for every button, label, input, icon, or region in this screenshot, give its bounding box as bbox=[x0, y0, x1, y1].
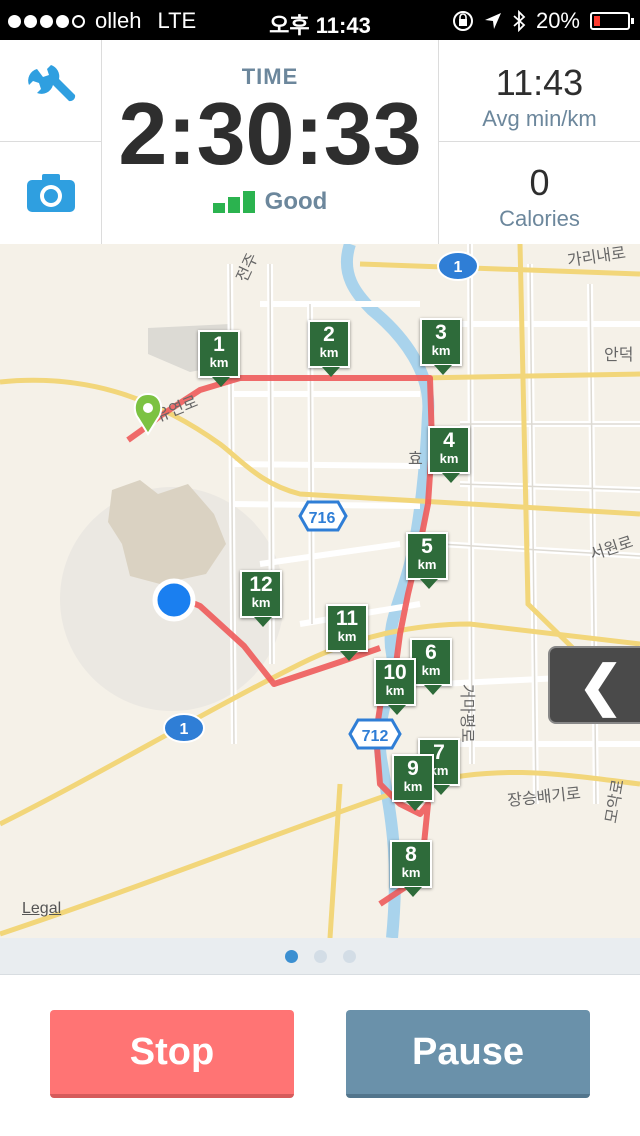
road-label: 가리내로 bbox=[566, 244, 627, 270]
route-map[interactable]: 전주 가리내로 안덕 서원로 장승배기로 모악로 거마평로 효 유연로 1 71… bbox=[0, 244, 640, 938]
road-label: 모악로 bbox=[601, 778, 627, 825]
start-pin-icon bbox=[133, 392, 163, 436]
highway-shield-label: 1 bbox=[180, 721, 189, 738]
location-arrow-icon bbox=[484, 13, 501, 29]
collapse-panel-button[interactable]: ❮ bbox=[548, 646, 640, 724]
camera-button[interactable] bbox=[0, 142, 102, 244]
km-marker[interactable]: 1 km bbox=[198, 330, 240, 387]
status-bar: olleh LTE 오후 11:43 20% bbox=[0, 0, 640, 40]
current-location-icon bbox=[152, 578, 196, 622]
stop-button[interactable]: Stop bbox=[50, 1010, 294, 1098]
bluetooth-icon bbox=[513, 10, 526, 32]
camera-icon bbox=[26, 174, 75, 212]
gps-signal-label: Good bbox=[264, 188, 328, 215]
km-marker[interactable]: 3 km bbox=[420, 318, 462, 375]
pause-button[interactable]: Pause bbox=[346, 1010, 590, 1098]
elapsed-time: 2:30:33 bbox=[118, 84, 422, 183]
time-panel: TIME 2:30:33 Good bbox=[102, 40, 439, 244]
chevron-left-icon: ❮ bbox=[578, 655, 624, 716]
battery-percent: 20% bbox=[535, 8, 580, 33]
km-marker[interactable]: 9 km bbox=[392, 754, 434, 811]
rotation-lock-icon bbox=[452, 11, 473, 31]
pace-label: Avg min/km bbox=[482, 106, 597, 131]
stats-panel: TIME 2:30:33 Good 11:43 Avg min/km 0 Cal… bbox=[0, 40, 640, 245]
page-dot[interactable] bbox=[342, 949, 356, 963]
km-marker[interactable]: 4 km bbox=[428, 426, 470, 483]
km-marker[interactable]: 6 km bbox=[410, 638, 452, 695]
km-marker[interactable]: 12 km bbox=[240, 570, 282, 627]
highway-shield: 1 bbox=[437, 251, 479, 281]
gps-signal-icon bbox=[212, 191, 255, 213]
page-dot[interactable] bbox=[284, 949, 298, 963]
page-dot[interactable] bbox=[313, 949, 327, 963]
highway-shield: 712 bbox=[348, 718, 402, 750]
pace-panel: 11:43 Avg min/km bbox=[439, 40, 640, 142]
calories-panel: 0 Calories bbox=[439, 142, 640, 244]
page-indicator[interactable] bbox=[0, 938, 640, 975]
wrench-icon bbox=[27, 64, 75, 101]
road-label: 장승배기로 bbox=[506, 783, 581, 810]
settings-button[interactable] bbox=[0, 40, 102, 142]
km-marker[interactable]: 10 km bbox=[374, 658, 416, 715]
road-label: 거마평로 bbox=[458, 684, 477, 743]
highway-shield: 716 bbox=[298, 500, 348, 532]
road-label: 효 bbox=[408, 449, 423, 468]
km-marker[interactable]: 5 km bbox=[406, 532, 448, 589]
road-label: 전주 bbox=[232, 250, 262, 285]
highway-shield-label: 1 bbox=[454, 259, 463, 276]
km-marker[interactable]: 11 km bbox=[326, 604, 368, 661]
calories-value: 0 bbox=[529, 162, 550, 203]
battery-icon bbox=[590, 12, 634, 30]
highway-shield-label: 712 bbox=[362, 728, 389, 745]
road-label: 안덕 bbox=[604, 345, 633, 364]
pace-value: 11:43 bbox=[495, 62, 584, 103]
highway-shield-label: 716 bbox=[309, 510, 336, 527]
legal-link[interactable]: Legal bbox=[22, 900, 61, 918]
km-marker[interactable]: 2 km bbox=[308, 320, 350, 377]
km-marker[interactable]: 8 km bbox=[390, 840, 432, 897]
calories-label: Calories bbox=[499, 206, 580, 231]
highway-shield: 1 bbox=[163, 713, 205, 743]
